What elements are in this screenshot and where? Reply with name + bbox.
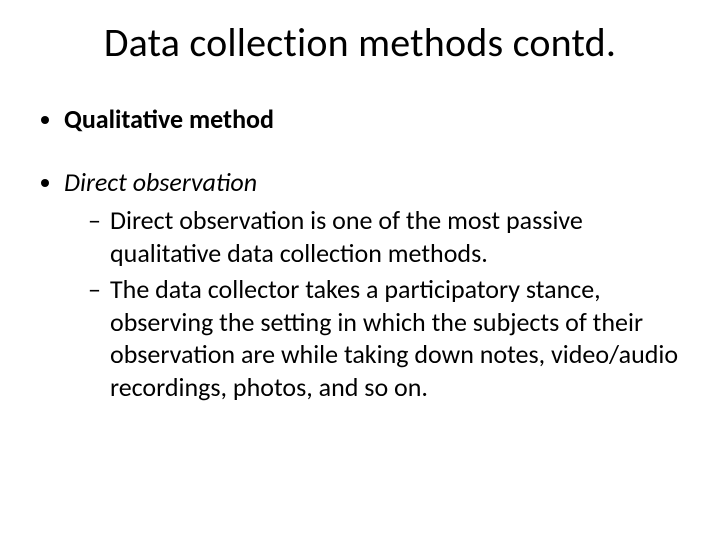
sub-bullet-list: Direct observation is one of the most pa… xyxy=(64,204,684,403)
sub-bullet-participatory: The data collector takes a participatory… xyxy=(88,273,684,403)
sub-bullet-text: The data collector takes a participatory… xyxy=(110,273,678,403)
bullet-text: Direct observation xyxy=(64,166,257,198)
bullet-qualitative-method: Qualitative method xyxy=(64,103,684,136)
bullet-direct-observation: Direct observation Direct observation is… xyxy=(64,166,684,404)
slide-title: Data collection methods contd. xyxy=(36,18,684,67)
sub-bullet-passive: Direct observation is one of the most pa… xyxy=(88,204,684,269)
bullet-text: Qualitative method xyxy=(64,103,274,135)
sub-bullet-text: Direct observation is one of the most pa… xyxy=(110,204,583,269)
bullet-list: Qualitative method Direct observation Di… xyxy=(36,103,684,403)
slide: Data collection methods contd. Qualitati… xyxy=(0,0,720,540)
